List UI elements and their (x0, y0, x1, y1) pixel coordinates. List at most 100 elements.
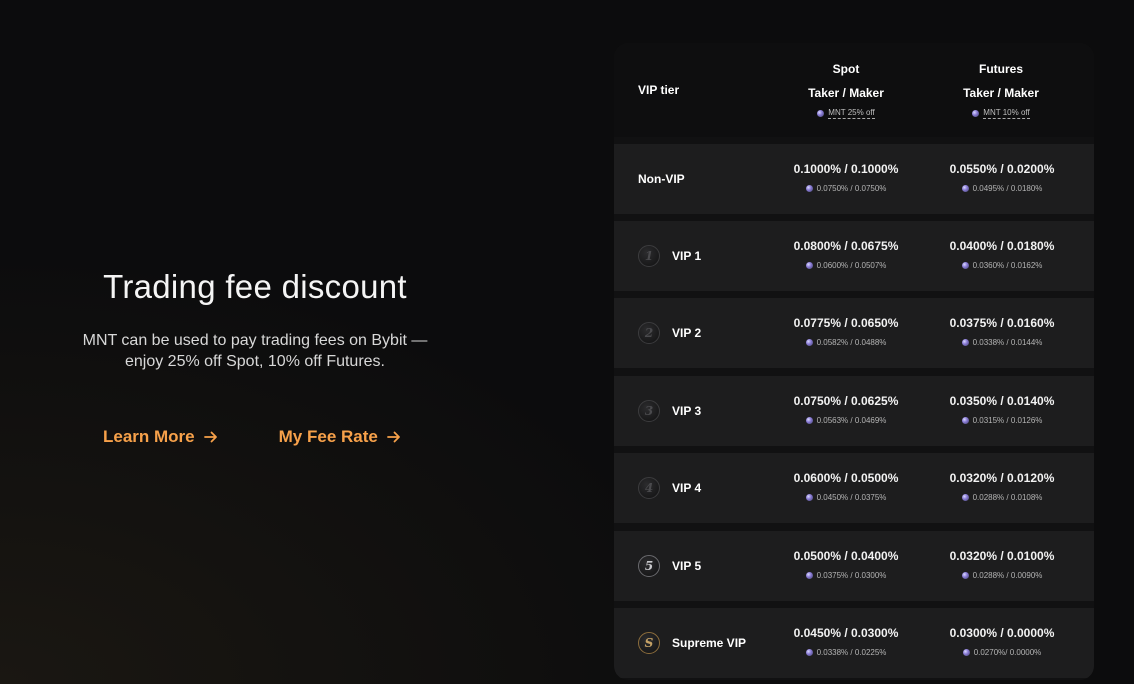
futures-mnt-fee: 0.0288% / 0.0090% (922, 571, 1082, 580)
vip-1-badge-icon: 1 (638, 245, 660, 267)
page: Trading fee discount MNT can be used to … (0, 0, 1134, 684)
learn-more-link[interactable]: Learn More (103, 427, 219, 447)
mnt-token-icon (961, 185, 969, 192)
futures-fee-cell: 0.0320% / 0.0120% 0.0288% / 0.0108% (922, 471, 1082, 502)
spot-fee-cell: 0.0750% / 0.0625% 0.0563% / 0.0469% (766, 394, 926, 425)
futures-mnt-fee-value: 0.0270%/ 0.0000% (973, 648, 1042, 657)
futures-fee-cell: 0.0300% / 0.0000% 0.0270%/ 0.0000% (922, 626, 1082, 657)
spot-fee-cell: 0.1000% / 0.1000% 0.0750% / 0.0750% (766, 162, 926, 193)
mnt-token-icon (805, 494, 813, 501)
mnt-token-icon (805, 417, 813, 424)
spot-fee: 0.0775% / 0.0650% (793, 316, 899, 330)
spot-fee-cell: 0.0600% / 0.0500% 0.0450% / 0.0375% (766, 471, 926, 502)
futures-discount-label: MNT 10% off (983, 108, 1030, 119)
vip-5-badge-icon: 5 (638, 555, 660, 577)
mnt-token-icon (817, 110, 825, 117)
spot-fee-cell: 0.0500% / 0.0400% 0.0375% / 0.0300% (766, 549, 926, 580)
futures-mnt-fee: 0.0270%/ 0.0000% (922, 648, 1082, 657)
mnt-token-icon (961, 494, 969, 501)
promo-section: Trading fee discount MNT can be used to … (40, 268, 470, 372)
futures-fee: 0.0300% / 0.0000% (949, 626, 1055, 640)
spot-fee: 0.0600% / 0.0500% (793, 471, 899, 485)
spot-mnt-fee: 0.0563% / 0.0469% (766, 416, 926, 425)
spot-column-header: Spot Taker / Maker MNT 25% off (771, 62, 921, 120)
mnt-token-icon (962, 649, 970, 656)
tier-name: VIP 5 (672, 559, 702, 573)
tier-cell: 1 VIP 1 (638, 221, 701, 291)
promo-description: MNT can be used to pay trading fees on B… (40, 330, 470, 372)
tier-name: Supreme VIP (672, 636, 747, 650)
spot-fee-cell: 0.0450% / 0.0300% 0.0338% / 0.0225% (766, 626, 926, 657)
spot-header-label: Spot (832, 62, 860, 76)
tier-cell: 2 VIP 2 (638, 298, 701, 368)
tier-name: VIP 4 (672, 481, 702, 495)
spot-mnt-fee: 0.0600% / 0.0507% (766, 261, 926, 270)
mnt-token-icon (805, 262, 813, 269)
futures-mnt-fee-value: 0.0495% / 0.0180% (972, 184, 1043, 193)
spot-fee: 0.0750% / 0.0625% (793, 394, 899, 408)
promo-description-line1: MNT can be used to pay trading fees on B… (82, 332, 428, 349)
futures-fee-cell: 0.0400% / 0.0180% 0.0360% / 0.0162% (922, 239, 1082, 270)
futures-mnt-fee-value: 0.0360% / 0.0162% (972, 261, 1043, 270)
promo-description-line2: enjoy 25% off Spot, 10% off Futures. (124, 353, 385, 370)
tier-cell: 5 VIP 5 (638, 531, 701, 601)
futures-fee: 0.0550% / 0.0200% (949, 162, 1055, 176)
futures-fee-cell: 0.0375% / 0.0160% 0.0338% / 0.0144% (922, 316, 1082, 347)
spot-mnt-fee: 0.0750% / 0.0750% (766, 184, 926, 193)
table-row: S Supreme VIP 0.0450% / 0.0300% 0.0338% … (614, 608, 1094, 678)
mnt-token-icon (805, 649, 813, 656)
futures-mnt-fee: 0.0360% / 0.0162% (922, 261, 1082, 270)
mnt-token-icon (972, 110, 980, 117)
tier-name: VIP 1 (672, 249, 702, 263)
futures-mnt-fee-value: 0.0288% / 0.0108% (972, 493, 1043, 502)
tier-cell: 3 VIP 3 (638, 376, 701, 446)
futures-fee: 0.0320% / 0.0120% (949, 471, 1055, 485)
table-row: 4 VIP 4 0.0600% / 0.0500% 0.0450% / 0.03… (614, 453, 1094, 523)
spot-fee-cell: 0.0775% / 0.0650% 0.0582% / 0.0488% (766, 316, 926, 347)
table-row: 2 VIP 2 0.0775% / 0.0650% 0.0582% / 0.04… (614, 298, 1094, 368)
tier-cell: 4 VIP 4 (638, 453, 701, 523)
tier-name: VIP 3 (672, 404, 702, 418)
spot-mnt-discount[interactable]: MNT 25% off (817, 108, 875, 119)
mnt-token-icon (961, 572, 969, 579)
spot-mnt-fee: 0.0450% / 0.0375% (766, 493, 926, 502)
spot-fee: 0.0800% / 0.0675% (793, 239, 899, 253)
supreme-vip-badge-icon: S (638, 632, 660, 654)
mnt-token-icon (961, 417, 969, 424)
futures-column-header: Futures Taker / Maker MNT 10% off (926, 62, 1076, 120)
vip-tier-header: VIP tier (638, 83, 680, 97)
futures-fee-cell: 0.0320% / 0.0100% 0.0288% / 0.0090% (922, 549, 1082, 580)
spot-mnt-fee-value: 0.0750% / 0.0750% (816, 184, 887, 193)
table-row: 3 VIP 3 0.0750% / 0.0625% 0.0563% / 0.04… (614, 376, 1094, 446)
learn-more-label: Learn More (103, 427, 195, 446)
futures-fee: 0.0400% / 0.0180% (949, 239, 1055, 253)
table-row: Non-VIP 0.1000% / 0.1000% 0.0750% / 0.07… (614, 144, 1094, 214)
arrow-right-icon (386, 431, 400, 443)
spot-mnt-fee: 0.0338% / 0.0225% (766, 648, 926, 657)
futures-fee: 0.0350% / 0.0140% (949, 394, 1055, 408)
futures-mnt-fee: 0.0495% / 0.0180% (922, 184, 1082, 193)
futures-fee: 0.0320% / 0.0100% (949, 549, 1055, 563)
spot-mnt-fee-value: 0.0450% / 0.0375% (816, 493, 887, 502)
spot-mnt-fee-value: 0.0600% / 0.0507% (816, 261, 887, 270)
spot-mnt-fee-value: 0.0375% / 0.0300% (816, 571, 887, 580)
table-row: 1 VIP 1 0.0800% / 0.0675% 0.0600% / 0.05… (614, 221, 1094, 291)
vip-3-badge-icon: 3 (638, 400, 660, 422)
mnt-token-icon (961, 339, 969, 346)
vip-2-badge-icon: 2 (638, 322, 660, 344)
mnt-token-icon (805, 339, 813, 346)
mnt-token-icon (805, 572, 813, 579)
fee-table: VIP tier Spot Taker / Maker MNT 25% off … (614, 43, 1094, 680)
futures-mnt-discount[interactable]: MNT 10% off (972, 108, 1030, 119)
arrow-right-icon (203, 431, 217, 443)
futures-mnt-fee: 0.0288% / 0.0108% (922, 493, 1082, 502)
futures-mnt-fee: 0.0315% / 0.0126% (922, 416, 1082, 425)
my-fee-rate-link[interactable]: My Fee Rate (279, 427, 402, 447)
spot-mnt-fee: 0.0375% / 0.0300% (766, 571, 926, 580)
spot-mnt-fee-value: 0.0338% / 0.0225% (816, 648, 887, 657)
spot-fee-cell: 0.0800% / 0.0675% 0.0600% / 0.0507% (766, 239, 926, 270)
mnt-token-icon (961, 262, 969, 269)
futures-mnt-fee-value: 0.0315% / 0.0126% (972, 416, 1043, 425)
spot-fee: 0.1000% / 0.1000% (793, 162, 899, 176)
futures-mnt-fee-value: 0.0288% / 0.0090% (972, 571, 1043, 580)
